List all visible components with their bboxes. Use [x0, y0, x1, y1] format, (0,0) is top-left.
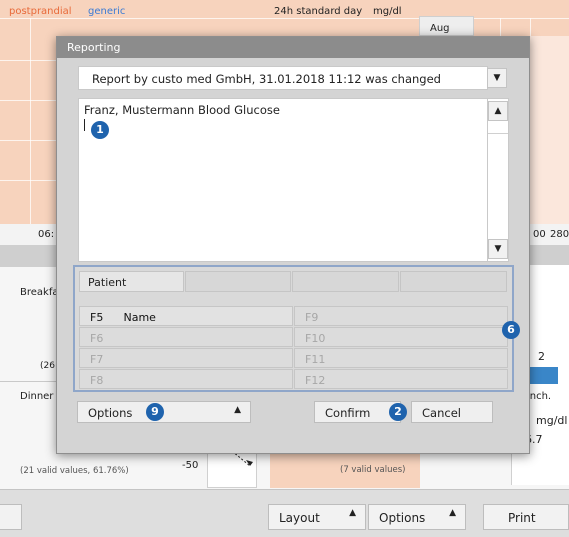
header-unit: mg/dl: [373, 6, 402, 17]
callout-badge-9: 9: [146, 403, 164, 421]
axis-label-end-a: 00: [533, 229, 546, 240]
summary-unit: mg/dl: [536, 414, 568, 427]
cancel-button[interactable]: Cancel: [411, 401, 493, 423]
scroll-up-button[interactable]: ▲: [488, 101, 508, 121]
toolbar-left-button[interactable]: [0, 504, 22, 530]
hotkey-label: Name: [123, 311, 156, 324]
print-button[interactable]: Print: [483, 504, 569, 530]
confirm-label: Confirm: [325, 406, 371, 420]
hotkey-key: F11: [305, 353, 326, 366]
hotkey-f6[interactable]: F6: [79, 327, 293, 347]
hotkey-key: F6: [90, 332, 104, 345]
caret-up-icon: ▲: [234, 405, 241, 415]
layout-button[interactable]: Layout ▲: [268, 504, 366, 530]
cancel-label: Cancel: [422, 406, 461, 420]
header-generic: generic: [88, 6, 126, 17]
toolbar-options-button[interactable]: Options ▲: [368, 504, 466, 530]
caret-up-icon: ▲: [349, 508, 356, 518]
chevron-down-icon: ▼: [493, 73, 501, 83]
scroll-thumb[interactable]: [488, 123, 508, 134]
hotkey-key: F10: [305, 332, 326, 345]
axis-label-start: 06:: [38, 229, 55, 240]
report-dropdown-button[interactable]: ▼: [487, 68, 507, 88]
scroll-down-button[interactable]: ▼: [488, 239, 508, 259]
hotkey-key: F9: [305, 311, 319, 324]
label-breakfast: Breakfa: [20, 287, 59, 298]
hotkey-key: F7: [90, 353, 104, 366]
chevron-up-icon: ▲: [494, 106, 502, 116]
chevron-down-icon: ▼: [494, 244, 502, 254]
text-scrollbar[interactable]: ▲ ▼: [487, 98, 509, 262]
hotkey-key: F5: [90, 311, 104, 324]
hotkey-f11[interactable]: F11: [294, 348, 508, 368]
hotkey-f7[interactable]: F7: [79, 348, 293, 368]
options-label: Options: [88, 406, 133, 420]
callout-badge-6: 6: [502, 321, 520, 339]
tab-3[interactable]: [292, 271, 399, 292]
caret-up-icon: ▲: [449, 508, 456, 518]
dialog-title: Reporting: [57, 37, 529, 58]
hotkey-f12[interactable]: F12: [294, 369, 508, 389]
hotkey-f8[interactable]: F8: [79, 369, 293, 389]
label-valid-count: (26: [40, 361, 55, 371]
tab-patient[interactable]: Patient: [79, 271, 184, 292]
report-select[interactable]: Report by custo med GmbH, 31.01.2018 11:…: [78, 66, 488, 90]
reporting-dialog: Reporting Report by custo med GmbH, 31.0…: [56, 36, 530, 454]
hotkey-key: F8: [90, 374, 104, 387]
axis-label-end-b: 280: [550, 229, 569, 240]
hotkey-key: F12: [305, 374, 326, 387]
tab-2[interactable]: [185, 271, 291, 292]
options-button[interactable]: Options ▲: [77, 401, 251, 423]
callout-badge-2: 2: [389, 403, 407, 421]
toolbar-options-label: Options: [379, 511, 426, 525]
valid-values-dinner: (21 valid values, 61.76%): [20, 466, 129, 476]
text-cursor: [84, 119, 85, 131]
axis-minus-50: -50: [182, 460, 199, 471]
layout-label: Layout: [279, 511, 320, 525]
header-postprandial: postprandial: [9, 6, 72, 17]
hotkey-f9[interactable]: F9: [294, 306, 508, 326]
valid-values-box: (7 valid values): [340, 465, 406, 475]
hotkey-f10[interactable]: F10: [294, 327, 508, 347]
header-standard-day: 24h standard day: [274, 6, 363, 17]
callout-badge-1: 1: [91, 121, 109, 139]
report-text-area[interactable]: Franz, Mustermann Blood Glucose: [78, 98, 488, 262]
report-text: Franz, Mustermann Blood Glucose: [84, 103, 280, 117]
text-module-panel: Patient F5 Name F6 F7 F8 F9 F10 F11 F12: [73, 265, 514, 392]
summary-count: 2: [538, 350, 545, 363]
report-select-value: Report by custo med GmbH, 31.01.2018 11:…: [92, 72, 441, 86]
avg-column-header[interactable]: Aug: [419, 16, 474, 36]
confirm-button[interactable]: Confirm: [314, 401, 401, 423]
tab-4[interactable]: [400, 271, 507, 292]
hotkey-f5[interactable]: F5 Name: [79, 306, 293, 326]
label-dinner: Dinner: [20, 391, 54, 402]
